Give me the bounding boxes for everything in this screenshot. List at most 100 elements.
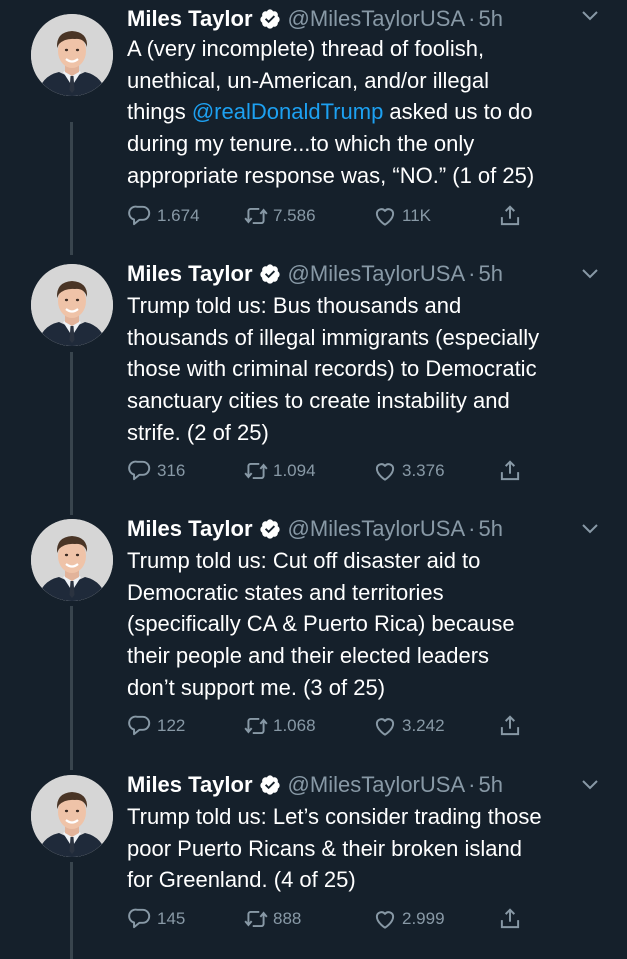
- share-button[interactable]: [497, 906, 523, 932]
- author-name[interactable]: Miles Taylor: [127, 772, 253, 798]
- author-handle[interactable]: @MilesTaylorUSA: [288, 772, 466, 798]
- tweet-actions: 1.674 7.586 11K: [127, 203, 527, 229]
- timestamp[interactable]: 5h: [478, 516, 502, 542]
- avatar[interactable]: [31, 775, 113, 857]
- timestamp[interactable]: 5h: [478, 6, 502, 32]
- verified-badge-icon: [259, 519, 280, 539]
- tweet-header: Miles Taylor @MilesTaylorUSA · 5h: [127, 258, 503, 290]
- text-line: strife. (2 of 25): [127, 419, 269, 445]
- like-count: 11K: [402, 206, 431, 225]
- retweet-button[interactable]: 1.094: [243, 458, 316, 484]
- tweet-text: Trump told us: Let’s consider trading th…: [127, 801, 607, 896]
- text-line: thousands of illegal immigrants (especia…: [127, 324, 540, 350]
- like-button[interactable]: 3.242: [372, 713, 445, 739]
- avatar[interactable]: [31, 14, 113, 96]
- text-line: things @realDonaldTrump asked us to do: [127, 96, 607, 128]
- author-handle[interactable]: @MilesTaylorUSA: [288, 516, 466, 542]
- separator-dot: ·: [468, 6, 476, 31]
- share-button[interactable]: [497, 458, 523, 484]
- separator-dot: ·: [468, 516, 476, 541]
- text-line: their people and their elected leaders: [127, 643, 490, 669]
- reply-count: 1.674: [157, 206, 200, 225]
- avatar[interactable]: [31, 519, 113, 601]
- reply-icon: [128, 715, 151, 736]
- timestamp[interactable]: 5h: [478, 772, 502, 798]
- thread-connector: [70, 862, 73, 959]
- text-line: don’t support me. (3 of 25): [127, 674, 386, 700]
- reply-button[interactable]: 1.674: [127, 203, 200, 229]
- author-name[interactable]: Miles Taylor: [127, 261, 253, 287]
- reply-button[interactable]: 122: [127, 713, 185, 739]
- retweet-button[interactable]: 7.586: [243, 203, 316, 229]
- share-icon: [500, 460, 520, 481]
- reply-count: 122: [157, 716, 186, 735]
- heart-icon: [375, 208, 395, 226]
- verified-badge-icon: [259, 775, 280, 795]
- like-button[interactable]: 3.376: [372, 458, 445, 484]
- text-line: (specifically CA & Puerto Rica) because: [127, 611, 515, 637]
- text-line: Trump told us: Let’s consider trading th…: [127, 804, 542, 829]
- tweet-text: A (very incomplete) thread of foolish, u…: [127, 33, 607, 192]
- text-line: sanctuary cities to create instability a…: [127, 388, 510, 414]
- share-icon: [500, 908, 520, 929]
- reply-icon: [128, 460, 151, 481]
- text-line: Democratic states and territories: [127, 579, 444, 605]
- text-line: Trump told us: Bus thousands and: [127, 293, 462, 318]
- chevron-down-icon[interactable]: [580, 777, 600, 791]
- chevron-down-icon[interactable]: [580, 8, 600, 22]
- chevron-down-icon[interactable]: [580, 266, 600, 280]
- like-count: 3.242: [402, 716, 445, 735]
- mention-link[interactable]: @realDonaldTrump: [192, 99, 383, 124]
- tweet-actions: 145 888 2.999: [127, 906, 527, 932]
- avatar[interactable]: [31, 264, 113, 346]
- author-handle[interactable]: @MilesTaylorUSA: [288, 261, 466, 287]
- text-line: for Greenland. (4 of 25): [127, 867, 356, 893]
- text-fragment: asked us to do: [383, 99, 533, 125]
- reply-icon: [128, 205, 151, 226]
- chevron-down-icon[interactable]: [580, 521, 600, 535]
- like-button[interactable]: 2.999: [372, 906, 445, 932]
- reply-count: 316: [157, 461, 186, 480]
- reply-button[interactable]: 145: [127, 906, 185, 932]
- author-handle[interactable]: @MilesTaylorUSA: [288, 6, 466, 32]
- tweet-text: Trump told us: Bus thousands and thousan…: [127, 290, 607, 449]
- retweet-count: 1.094: [273, 461, 316, 480]
- tweet-actions: 316 1.094 3.376: [127, 458, 527, 484]
- text-line: unethical, un-American, and/or illegal: [127, 67, 489, 93]
- tweet-actions: 122 1.068 3.242: [127, 713, 527, 739]
- heart-icon: [375, 718, 395, 736]
- verified-badge-icon: [259, 264, 280, 284]
- author-name[interactable]: Miles Taylor: [127, 6, 253, 32]
- text-line: those with criminal records) to Democrat…: [127, 356, 537, 382]
- retweet-icon: [244, 207, 268, 225]
- heart-icon: [375, 463, 395, 481]
- reply-button[interactable]: 316: [127, 458, 185, 484]
- tweet-header: Miles Taylor @MilesTaylorUSA · 5h: [127, 513, 503, 545]
- tweet-header: Miles Taylor @MilesTaylorUSA · 5h: [127, 769, 503, 801]
- thread-connector: [70, 122, 73, 255]
- share-icon: [500, 715, 520, 736]
- author-name[interactable]: Miles Taylor: [127, 516, 253, 542]
- text-fragment: things: [127, 99, 192, 125]
- retweet-icon: [244, 717, 268, 735]
- share-button[interactable]: [497, 203, 523, 229]
- thread-connector: [70, 606, 73, 770]
- separator-dot: ·: [468, 772, 476, 797]
- share-button[interactable]: [497, 713, 523, 739]
- like-button[interactable]: 11K: [372, 203, 431, 229]
- like-count: 2.999: [402, 909, 445, 928]
- retweet-button[interactable]: 888: [243, 906, 301, 932]
- retweet-count: 1.068: [273, 716, 316, 735]
- text-line: Trump told us: Cut off disaster aid to: [127, 548, 481, 573]
- share-icon: [500, 205, 520, 226]
- text-line: poor Puerto Ricans & their broken island: [127, 835, 522, 861]
- text-line: appropriate response was, “NO.” (1 of 25…: [127, 162, 535, 188]
- thread-connector: [70, 352, 73, 515]
- verified-badge-icon: [259, 9, 280, 29]
- text-line: A (very incomplete) thread of foolish,: [127, 36, 485, 61]
- retweet-button[interactable]: 1.068: [243, 713, 316, 739]
- timestamp[interactable]: 5h: [478, 261, 502, 287]
- retweet-count: 7.586: [273, 206, 316, 225]
- separator-dot: ·: [468, 261, 476, 286]
- like-count: 3.376: [402, 461, 445, 480]
